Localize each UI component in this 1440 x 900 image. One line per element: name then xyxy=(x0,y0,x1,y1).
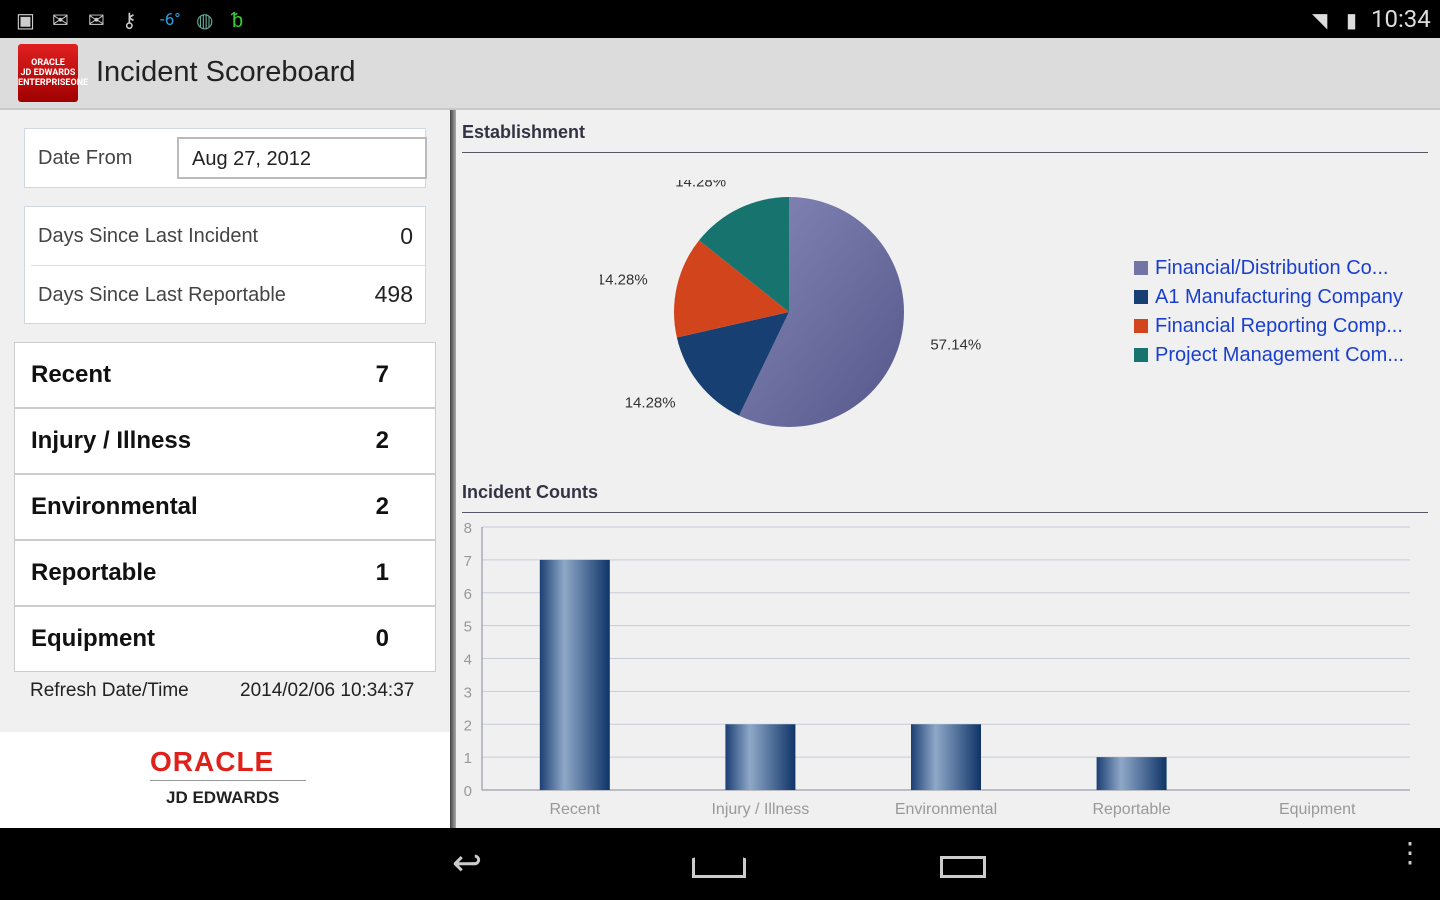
x-tick-label: Reportable xyxy=(1092,801,1170,818)
legend-item[interactable]: A1 Manufacturing Company xyxy=(1134,286,1403,309)
category-count: 2 xyxy=(375,493,389,520)
y-tick-label: 4 xyxy=(464,652,472,669)
legend-item[interactable]: Financial/Distribution Co... xyxy=(1134,257,1388,280)
category-count: 2 xyxy=(375,427,389,454)
mail-icon: ✉ xyxy=(88,8,105,32)
y-tick-label: 7 xyxy=(464,553,472,570)
stat-value: 498 xyxy=(374,281,413,307)
x-tick-label: Environmental xyxy=(895,801,997,818)
stats-card: Days Since Last Incident 0 Days Since La… xyxy=(24,206,426,324)
y-tick-label: 1 xyxy=(464,750,472,767)
oracle-logo: ORACLE xyxy=(150,746,275,777)
date-from-label: Date From xyxy=(38,147,133,169)
pie-value-label: 57.14% xyxy=(930,336,981,353)
pie-value-label: 14.28% xyxy=(625,394,676,411)
refresh-value: 2014/02/06 10:34:37 xyxy=(240,680,415,701)
key-icon: ⚷ xyxy=(122,8,137,32)
weather-temperature: -6° xyxy=(160,10,181,30)
legend-swatch xyxy=(1134,319,1148,333)
legend-label: Financial Reporting Comp... xyxy=(1155,315,1403,337)
x-tick-label: Recent xyxy=(549,801,600,818)
legend-swatch xyxy=(1134,261,1148,275)
stat-label: Days Since Last Reportable xyxy=(38,284,286,306)
legend-label: A1 Manufacturing Company xyxy=(1155,286,1403,308)
category-injury-illness[interactable]: Injury / Illness 2 xyxy=(14,408,436,474)
section-rule xyxy=(462,152,1428,153)
legend-label: Project Management Com... xyxy=(1155,344,1404,366)
legend-swatch xyxy=(1134,348,1148,362)
globe-icon: ◍ xyxy=(196,8,214,32)
clock: 10:34 xyxy=(1371,5,1431,33)
image-icon: ▣ xyxy=(16,8,35,32)
pie-value-label: 14.28% xyxy=(675,180,726,190)
pie-value-label: 14.28% xyxy=(600,272,648,289)
app-bar: ORACLE JD EDWARDS ENTERPRISEONE Incident S… xyxy=(0,38,1440,110)
category-label: Equipment xyxy=(31,625,155,652)
y-tick-label: 8 xyxy=(464,520,472,537)
category-recent[interactable]: Recent 7 xyxy=(14,342,436,408)
category-label: Reportable xyxy=(31,559,157,586)
category-environmental[interactable]: Environmental 2 xyxy=(14,474,436,540)
date-filter: Date From Aug 27, 2012 xyxy=(24,128,427,188)
y-tick-label: 0 xyxy=(464,783,472,800)
category-label: Environmental xyxy=(31,493,198,520)
status-bar: ▣ ✉ ✉ ⚷ -6° ◍ ᵬ ◥ ▮ 10:34 xyxy=(0,0,1440,38)
category-reportable[interactable]: Reportable 1 xyxy=(14,540,436,606)
home-icon[interactable] xyxy=(692,850,746,878)
jd-edwards-label: JD EDWARDS xyxy=(166,788,280,807)
category-count: 0 xyxy=(375,625,389,652)
category-count: 7 xyxy=(375,361,389,388)
bar[interactable] xyxy=(725,724,796,790)
bar[interactable] xyxy=(1096,757,1167,790)
y-tick-label: 5 xyxy=(464,619,472,636)
battery-icon: ▮ xyxy=(1346,8,1358,32)
incident-counts-title: Incident Counts xyxy=(462,482,598,502)
category-equipment[interactable]: Equipment 0 xyxy=(14,606,436,672)
oracle-footer: ORACLE JD EDWARDS xyxy=(0,732,450,828)
stat-value: 0 xyxy=(400,223,413,249)
x-tick-label: Equipment xyxy=(1279,801,1356,818)
legend-label: Financial/Distribution Co... xyxy=(1155,257,1389,279)
date-from-input[interactable]: Aug 27, 2012 xyxy=(177,137,427,179)
y-tick-label: 2 xyxy=(464,717,472,734)
y-tick-label: 3 xyxy=(464,684,472,701)
navigation-bar: ↩ ⋮ xyxy=(0,828,1440,900)
category-count: 1 xyxy=(375,559,389,586)
bar[interactable] xyxy=(911,724,981,790)
legend-item[interactable]: Project Management Com... xyxy=(1134,344,1404,367)
wifi-icon: ◥ xyxy=(1312,8,1328,32)
mail-icon: ✉ xyxy=(52,8,69,32)
establishment-pie-chart: 57.14% 14.28% 14.28% 14.28% xyxy=(600,180,981,427)
establishment-title: Establishment xyxy=(462,122,586,142)
app-logo[interactable]: ORACLE JD EDWARDS ENTERPRISEONE xyxy=(18,44,88,102)
legend-swatch xyxy=(1134,290,1148,304)
recent-apps-icon[interactable] xyxy=(940,856,986,878)
back-icon[interactable]: ↩ xyxy=(452,842,482,884)
refresh-label: Refresh Date/Time xyxy=(30,680,189,701)
left-panel: Date From Aug 27, 2012 Days Since Last I… xyxy=(0,110,450,828)
category-label: Recent xyxy=(31,361,112,388)
incident-counts-bar-chart: 0 1 2 3 4 5 6 7 8 Recent Injury / Illness Environme… xyxy=(464,520,1410,818)
bar[interactable] xyxy=(539,559,610,790)
app-icon: ᵬ xyxy=(232,8,244,32)
legend-item[interactable]: Financial Reporting Comp... xyxy=(1134,315,1403,338)
section-rule xyxy=(462,512,1428,513)
overflow-menu-icon[interactable]: ⋮ xyxy=(1396,839,1424,867)
x-tick-label: Injury / Illness xyxy=(711,801,809,818)
page-title: Incident Scoreboard xyxy=(96,56,356,88)
stat-label: Days Since Last Incident xyxy=(38,225,259,247)
category-label: Injury / Illness xyxy=(31,427,192,454)
y-tick-label: 6 xyxy=(464,586,472,603)
